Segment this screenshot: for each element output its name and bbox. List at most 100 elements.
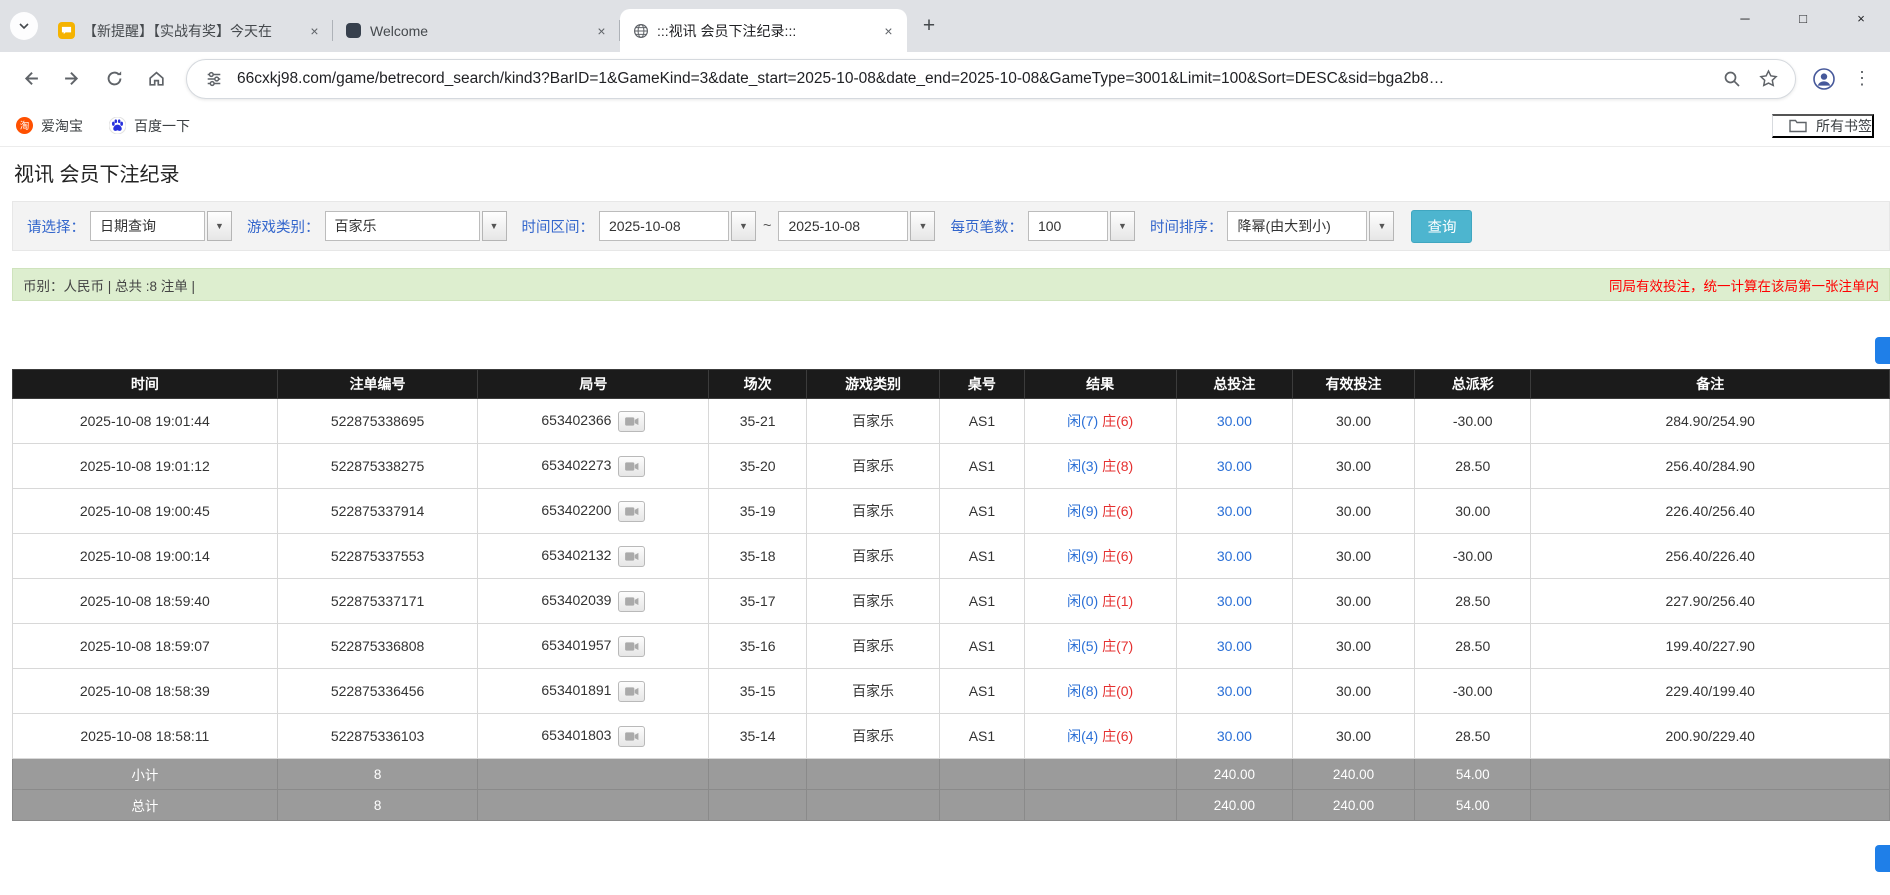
table-row: 2025-10-08 18:58:11 522875336103 6534018… — [13, 714, 1890, 759]
back-button[interactable] — [10, 59, 50, 99]
bookmark-baidu[interactable]: 百度一下 — [109, 116, 190, 136]
date-start-input[interactable] — [599, 211, 729, 241]
result-banker: 庄(1) — [1102, 593, 1133, 609]
reload-button[interactable] — [94, 59, 134, 99]
cell-valid-bet: 30.00 — [1293, 399, 1415, 444]
total-bet-link[interactable]: 30.00 — [1217, 728, 1252, 744]
per-page-input[interactable] — [1028, 211, 1108, 241]
zoom-icon[interactable] — [1719, 66, 1745, 92]
tab-forum[interactable]: 【新提醒】【实战有奖】今天在 × — [46, 9, 333, 52]
maximize-icon[interactable]: □ — [1774, 0, 1832, 36]
table-body: 2025-10-08 19:01:44 522875338695 6534023… — [13, 399, 1890, 759]
forward-button[interactable] — [52, 59, 92, 99]
date-range-label: 时间区间： — [522, 216, 595, 237]
cell-session: 35-14 — [709, 714, 807, 759]
tab-title: :::视讯 会员下注纪录::: — [657, 21, 870, 41]
bookmark-label: 百度一下 — [134, 116, 190, 136]
baidu-icon — [109, 117, 126, 134]
combo-arrow-icon[interactable]: ▼ — [731, 211, 756, 241]
game-type-input[interactable] — [325, 211, 480, 241]
table-row: 2025-10-08 18:58:39 522875336456 6534018… — [13, 669, 1890, 714]
total-bet-link[interactable]: 30.00 — [1217, 503, 1252, 519]
cell-table-no: AS1 — [940, 579, 1024, 624]
bookmarks-bar: 淘 爱淘宝 百度一下 所有书签 — [0, 105, 1890, 147]
sort-input[interactable] — [1227, 211, 1367, 241]
total-bet-link[interactable]: 30.00 — [1217, 548, 1252, 564]
all-bookmarks-button[interactable]: 所有书签 — [1772, 114, 1874, 138]
tab-search-button[interactable] — [10, 12, 38, 40]
cell-note: 226.40/256.40 — [1531, 489, 1890, 534]
cell-result: 闲(8) 庄(0) — [1024, 669, 1176, 714]
search-button[interactable]: 查询 — [1411, 210, 1472, 243]
cell-time: 2025-10-08 18:58:39 — [13, 669, 278, 714]
cell-session: 35-19 — [709, 489, 807, 534]
minimize-icon[interactable]: ─ — [1716, 0, 1774, 36]
video-camera-icon — [624, 686, 640, 697]
video-replay-button[interactable] — [618, 681, 645, 702]
cell-bet-id: 522875338695 — [277, 399, 478, 444]
tab-close-icon[interactable]: × — [304, 20, 325, 41]
video-replay-button[interactable] — [618, 411, 645, 432]
cell-payout: 28.50 — [1415, 444, 1531, 489]
tab-close-icon[interactable]: × — [878, 20, 899, 41]
result-banker: 庄(6) — [1102, 728, 1133, 744]
profile-avatar[interactable] — [1806, 61, 1842, 97]
menu-kebab-icon[interactable]: ⋮ — [1844, 61, 1880, 97]
total-bet-link[interactable]: 30.00 — [1217, 458, 1252, 474]
table-row: 2025-10-08 19:00:45 522875337914 6534022… — [13, 489, 1890, 534]
per-page-label: 每页笔数： — [950, 216, 1023, 237]
bookmark-star-icon[interactable] — [1755, 66, 1781, 92]
total-bet-link[interactable]: 30.00 — [1217, 638, 1252, 654]
date-end-input[interactable] — [778, 211, 908, 241]
close-icon[interactable]: × — [1832, 0, 1890, 36]
tab-bet-record[interactable]: :::视讯 会员下注纪录::: × — [620, 9, 907, 52]
game-type-label: 游戏类别： — [247, 216, 320, 237]
sort-combobox: ▼ — [1227, 211, 1394, 241]
video-replay-button[interactable] — [618, 726, 645, 747]
combo-arrow-icon[interactable]: ▼ — [482, 211, 507, 241]
total-row: 总计 8 240.00 240.00 54.00 — [13, 790, 1890, 821]
video-replay-button[interactable] — [618, 591, 645, 612]
cell-round: 653402200 — [478, 489, 709, 534]
tab-close-icon[interactable]: × — [591, 20, 612, 41]
result-banker: 庄(0) — [1102, 683, 1133, 699]
cell-total-bet: 30.00 — [1176, 399, 1292, 444]
edge-button-bottom[interactable] — [1875, 845, 1890, 872]
globe-icon — [632, 22, 649, 39]
cell-session: 35-18 — [709, 534, 807, 579]
video-replay-button[interactable] — [618, 456, 645, 477]
chevron-down-icon — [18, 20, 30, 32]
cell-valid-bet: 30.00 — [1293, 714, 1415, 759]
address-bar[interactable]: 66cxkj98.com/game/betrecord_search/kind3… — [186, 59, 1796, 99]
new-tab-button[interactable]: + — [913, 10, 945, 42]
browser-titlebar: 【新提醒】【实战有奖】今天在 × Welcome × :::视讯 会员下注纪录:… — [0, 0, 1890, 52]
cell-time: 2025-10-08 19:01:12 — [13, 444, 278, 489]
site-info-icon[interactable] — [201, 66, 227, 92]
combo-arrow-icon[interactable]: ▼ — [1110, 211, 1135, 241]
table-row: 2025-10-08 19:01:44 522875338695 6534023… — [13, 399, 1890, 444]
bookmark-taobao[interactable]: 淘 爱淘宝 — [16, 116, 83, 136]
combo-arrow-icon[interactable]: ▼ — [1369, 211, 1394, 241]
folder-icon — [1789, 118, 1807, 133]
summary-bar: 币别：人民币 | 总共 :8 注单 | 同局有效投注，统一计算在该局第一张注单内 — [12, 268, 1890, 301]
combo-arrow-icon[interactable]: ▼ — [910, 211, 935, 241]
total-bet-link[interactable]: 30.00 — [1217, 413, 1252, 429]
cell-valid-bet: 30.00 — [1293, 579, 1415, 624]
select-type-label: 请选择： — [27, 216, 85, 237]
cell-result: 闲(9) 庄(6) — [1024, 534, 1176, 579]
tab-welcome[interactable]: Welcome × — [333, 9, 620, 52]
cell-round: 653401891 — [478, 669, 709, 714]
video-replay-button[interactable] — [618, 636, 645, 657]
video-replay-button[interactable] — [618, 501, 645, 522]
video-replay-button[interactable] — [618, 546, 645, 567]
query-type-input[interactable] — [90, 211, 205, 241]
total-bet-link[interactable]: 30.00 — [1217, 593, 1252, 609]
taobao-icon: 淘 — [16, 117, 33, 134]
url-text[interactable]: 66cxkj98.com/game/betrecord_search/kind3… — [237, 70, 1709, 88]
header-round: 局号 — [478, 370, 709, 399]
combo-arrow-icon[interactable]: ▼ — [207, 211, 232, 241]
edge-button-top[interactable] — [1875, 337, 1890, 364]
total-bet-link[interactable]: 30.00 — [1217, 683, 1252, 699]
subtotal-payout: 54.00 — [1415, 759, 1531, 790]
home-button[interactable] — [136, 59, 176, 99]
